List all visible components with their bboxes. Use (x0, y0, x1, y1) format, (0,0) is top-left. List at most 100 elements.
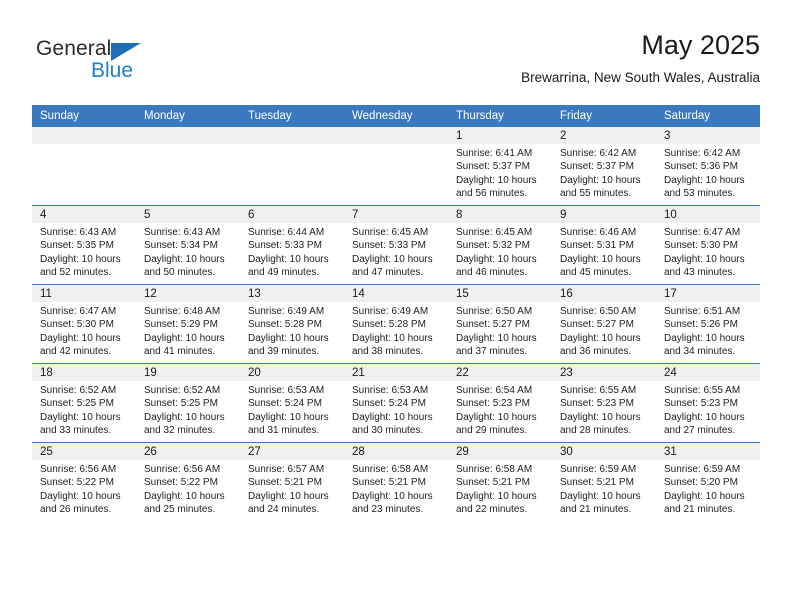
calendar-day-cell[interactable]: 27 Sunrise: 6:57 AM Sunset: 5:21 PM Dayligh… (240, 442, 344, 521)
daylight-duration-line2: and 42 minutes. (40, 346, 112, 358)
brand-logo[interactable]: General Blue (32, 30, 272, 90)
calendar-day-cell[interactable]: 18 Sunrise: 6:52 AM Sunset: 5:25 PM Dayligh… (32, 363, 136, 443)
day-number: 3 (656, 127, 760, 144)
sunrise-time: Sunrise: 6:50 AM (560, 306, 637, 317)
daylight-duration-line2: and 39 minutes. (248, 346, 320, 358)
day-details: Sunrise: 6:44 AM Sunset: 5:33 PM Daylight:… (240, 223, 344, 280)
day-number: 15 (448, 285, 552, 302)
calendar-day-cell[interactable]: 7 Sunrise: 6:45 AM Sunset: 5:33 PM Daylight… (344, 205, 448, 285)
calendar-day-cell[interactable]: 19 Sunrise: 6:52 AM Sunset: 5:25 PM Dayligh… (136, 363, 240, 443)
calendar-day-cell[interactable]: 20 Sunrise: 6:53 AM Sunset: 5:24 PM Dayligh… (240, 363, 344, 443)
calendar-day-cell[interactable]: 28 Sunrise: 6:58 AM Sunset: 5:21 PM Dayligh… (344, 442, 448, 521)
calendar-day-cell[interactable]: 17 Sunrise: 6:51 AM Sunset: 5:26 PM Dayligh… (656, 284, 760, 364)
daylight-duration-line2: and 22 minutes. (456, 504, 528, 516)
page-title: May 2025 (641, 30, 760, 60)
day-number: 25 (32, 443, 136, 460)
sunset-time: Sunset: 5:33 PM (248, 240, 322, 252)
day-number: 30 (552, 443, 656, 460)
day-cell-inner: 10 Sunrise: 6:47 AM Sunset: 5:30 PM Dayligh… (656, 206, 760, 284)
day-cell-inner: 29 Sunrise: 6:58 AM Sunset: 5:21 PM Dayligh… (448, 443, 552, 521)
day-number: 23 (552, 364, 656, 381)
calendar-day-cell[interactable]: 14 Sunrise: 6:49 AM Sunset: 5:28 PM Dayligh… (344, 284, 448, 364)
calendar-day-cell[interactable]: 30 Sunrise: 6:59 AM Sunset: 5:21 PM Dayligh… (552, 442, 656, 521)
calendar-day-cell[interactable]: 13 Sunrise: 6:49 AM Sunset: 5:28 PM Dayligh… (240, 284, 344, 364)
calendar-day-cell[interactable]: 1 Sunrise: 6:41 AM Sunset: 5:37 PM Daylight… (448, 127, 552, 206)
day-cell-inner: 21 Sunrise: 6:53 AM Sunset: 5:24 PM Dayligh… (344, 364, 448, 442)
calendar-day-cell[interactable]: 16 Sunrise: 6:50 AM Sunset: 5:27 PM Dayligh… (552, 284, 656, 364)
day-cell-inner: 3 Sunrise: 6:42 AM Sunset: 5:36 PM Daylight… (656, 127, 760, 205)
calendar-day-cell[interactable]: 9 Sunrise: 6:46 AM Sunset: 5:31 PM Daylight… (552, 205, 656, 285)
day-number: 13 (240, 285, 344, 302)
sunrise-time: Sunrise: 6:47 AM (40, 306, 117, 317)
day-number: 6 (240, 206, 344, 223)
calendar-day-cell[interactable]: 26 Sunrise: 6:56 AM Sunset: 5:22 PM Dayligh… (136, 442, 240, 521)
calendar-day-cell[interactable]: 21 Sunrise: 6:53 AM Sunset: 5:24 PM Dayligh… (344, 363, 448, 443)
day-details: Sunrise: 6:57 AM Sunset: 5:21 PM Daylight:… (240, 460, 344, 517)
daylight-duration-line2: and 30 minutes. (352, 425, 424, 437)
sunset-time: Sunset: 5:21 PM (248, 477, 322, 489)
calendar-grid: Sunday Monday Tuesday Wednesday Thursday… (32, 105, 760, 521)
daylight-duration-line1: Daylight: 10 hours (560, 174, 641, 186)
daylight-duration-line1: Daylight: 10 hours (456, 253, 537, 265)
calendar-day-cell[interactable]: 5 Sunrise: 6:43 AM Sunset: 5:34 PM Daylight… (136, 205, 240, 285)
sunrise-time: Sunrise: 6:56 AM (144, 464, 221, 475)
calendar-day-cell[interactable]: 12 Sunrise: 6:48 AM Sunset: 5:29 PM Dayligh… (136, 284, 240, 364)
daylight-duration-line1: Daylight: 10 hours (664, 490, 745, 502)
sunset-time: Sunset: 5:27 PM (560, 319, 634, 331)
day-details: Sunrise: 6:55 AM Sunset: 5:23 PM Daylight:… (552, 381, 656, 438)
day-cell-inner: 19 Sunrise: 6:52 AM Sunset: 5:25 PM Dayligh… (136, 364, 240, 442)
daylight-duration-line1: Daylight: 10 hours (560, 253, 641, 265)
weekday-header-tuesday: Tuesday (240, 105, 344, 127)
title-block: May 2025 Brewarrina, New South Wales, Au… (521, 30, 760, 85)
calendar-day-cell[interactable]: 10 Sunrise: 6:47 AM Sunset: 5:30 PM Dayligh… (656, 205, 760, 285)
sunrise-time: Sunrise: 6:48 AM (144, 306, 221, 317)
calendar-day-cell[interactable]: 8 Sunrise: 6:45 AM Sunset: 5:32 PM Daylight… (448, 205, 552, 285)
calendar-day-cell[interactable]: 3 Sunrise: 6:42 AM Sunset: 5:36 PM Daylight… (656, 127, 760, 206)
sunset-time: Sunset: 5:36 PM (664, 161, 738, 173)
day-cell-inner: 22 Sunrise: 6:54 AM Sunset: 5:23 PM Dayligh… (448, 364, 552, 442)
calendar-day-cell[interactable]: 22 Sunrise: 6:54 AM Sunset: 5:23 PM Dayligh… (448, 363, 552, 443)
day-details: Sunrise: 6:49 AM Sunset: 5:28 PM Daylight:… (240, 302, 344, 359)
day-number: 20 (240, 364, 344, 381)
sunrise-time: Sunrise: 6:43 AM (40, 227, 117, 238)
calendar-day-cell[interactable]: 24 Sunrise: 6:55 AM Sunset: 5:23 PM Dayligh… (656, 363, 760, 443)
day-cell-inner: 27 Sunrise: 6:57 AM Sunset: 5:21 PM Dayligh… (240, 443, 344, 521)
sunset-time: Sunset: 5:25 PM (40, 398, 114, 410)
day-cell-inner (240, 127, 344, 205)
day-details: Sunrise: 6:53 AM Sunset: 5:24 PM Daylight:… (344, 381, 448, 438)
calendar-day-cell[interactable]: 25 Sunrise: 6:56 AM Sunset: 5:22 PM Dayligh… (32, 442, 136, 521)
calendar-day-cell[interactable]: 31 Sunrise: 6:59 AM Sunset: 5:20 PM Dayligh… (656, 442, 760, 521)
calendar-day-cell[interactable]: 4 Sunrise: 6:43 AM Sunset: 5:35 PM Daylight… (32, 205, 136, 285)
calendar-day-cell[interactable]: 2 Sunrise: 6:42 AM Sunset: 5:37 PM Daylight… (552, 127, 656, 206)
daylight-duration-line2: and 47 minutes. (352, 267, 424, 279)
day-details: Sunrise: 6:50 AM Sunset: 5:27 PM Daylight:… (552, 302, 656, 359)
daylight-duration-line2: and 56 minutes. (456, 188, 528, 200)
day-cell-inner: 4 Sunrise: 6:43 AM Sunset: 5:35 PM Daylight… (32, 206, 136, 284)
daylight-duration-line2: and 41 minutes. (144, 346, 216, 358)
day-details: Sunrise: 6:52 AM Sunset: 5:25 PM Daylight:… (136, 381, 240, 438)
calendar-day-cell[interactable]: 11 Sunrise: 6:47 AM Sunset: 5:30 PM Dayligh… (32, 284, 136, 364)
calendar-week-row: 18 Sunrise: 6:52 AM Sunset: 5:25 PM Dayligh… (32, 363, 760, 443)
daylight-duration-line2: and 25 minutes. (144, 504, 216, 516)
sunrise-time: Sunrise: 6:55 AM (664, 385, 741, 396)
daylight-duration-line1: Daylight: 10 hours (144, 253, 225, 265)
daylight-duration-line1: Daylight: 10 hours (248, 490, 329, 502)
day-number: 10 (656, 206, 760, 223)
day-details: Sunrise: 6:58 AM Sunset: 5:21 PM Daylight:… (448, 460, 552, 517)
day-details: Sunrise: 6:45 AM Sunset: 5:33 PM Daylight:… (344, 223, 448, 280)
daylight-duration-line2: and 31 minutes. (248, 425, 320, 437)
day-cell-inner: 13 Sunrise: 6:49 AM Sunset: 5:28 PM Dayligh… (240, 285, 344, 363)
sunset-time: Sunset: 5:37 PM (560, 161, 634, 173)
calendar-day-cell[interactable]: 15 Sunrise: 6:50 AM Sunset: 5:27 PM Dayligh… (448, 284, 552, 364)
calendar-day-cell[interactable]: 6 Sunrise: 6:44 AM Sunset: 5:33 PM Daylight… (240, 205, 344, 285)
calendar-day-cell[interactable]: 29 Sunrise: 6:58 AM Sunset: 5:21 PM Dayligh… (448, 442, 552, 521)
calendar-day-cell[interactable]: 23 Sunrise: 6:55 AM Sunset: 5:23 PM Dayligh… (552, 363, 656, 443)
brand-name-blue: Blue (91, 59, 134, 82)
day-number: 11 (32, 285, 136, 302)
day-cell-inner: 18 Sunrise: 6:52 AM Sunset: 5:25 PM Dayligh… (32, 364, 136, 442)
day-number: 22 (448, 364, 552, 381)
daylight-duration-line1: Daylight: 10 hours (352, 253, 433, 265)
day-details (136, 144, 240, 147)
sunrise-time: Sunrise: 6:45 AM (352, 227, 429, 238)
sunset-time: Sunset: 5:24 PM (352, 398, 426, 410)
